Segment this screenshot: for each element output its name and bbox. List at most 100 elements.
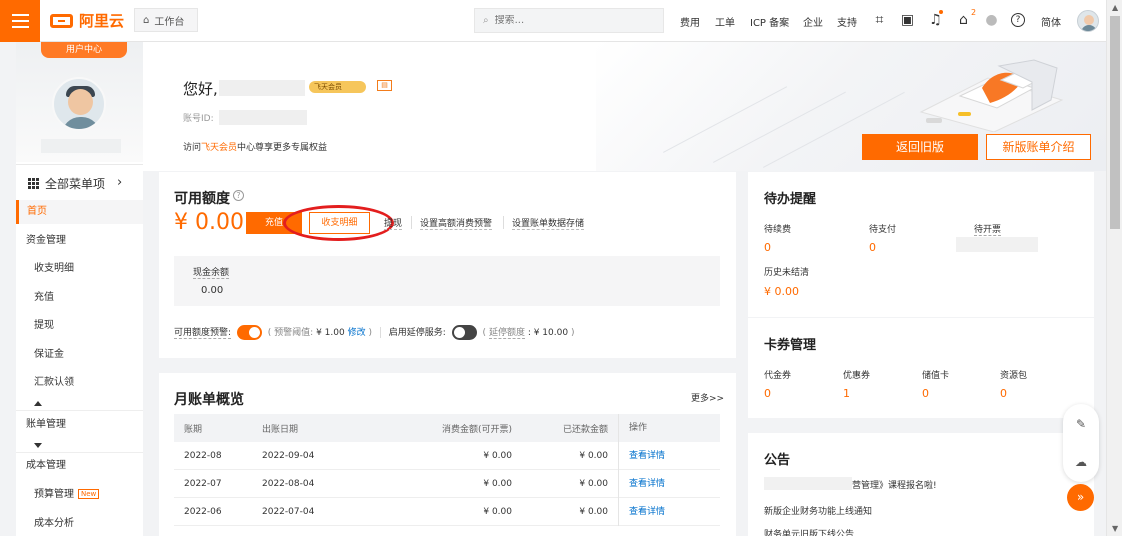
language-selector[interactable]: 简体 [1041,14,1061,29]
nav-icp-filing[interactable]: ICP 备案 [750,14,789,29]
sidebar-group-bill-management[interactable]: 账单管理 [16,413,143,437]
bell-icon[interactable]: ♫ [927,12,944,29]
sidebar-item-recharge[interactable]: 充值 [16,286,143,310]
chevron-right-icon[interactable]: › [117,175,122,190]
renewal-label[interactable]: 待续费 [764,222,791,235]
user-center-tag[interactable]: 用户中心 [41,42,127,58]
question-icon[interactable]: ? [233,190,244,201]
credit-alert-toggle[interactable] [236,325,262,340]
link-divider [503,216,504,229]
high-spending-alert-link[interactable]: 设置高额消费预警 [420,216,493,230]
more-link[interactable]: 更多>> [691,391,724,404]
consumption-amount: ¥ 0.00 [483,506,512,517]
monthly-bill-table: 账期 出账日期 消费金额(可开票) 已还款金额 操作 2022-08 2022-… [174,414,720,526]
table-header: 账期 出账日期 消费金额(可开票) 已还款金额 操作 [174,414,720,442]
all-menu-button[interactable]: 全部菜单项 [28,175,105,192]
collapse-arrow-icon[interactable] [34,401,42,406]
search-box[interactable]: ⌕ [474,8,664,33]
paid-amount: ¥ 0.00 [579,450,608,461]
invoice-label[interactable]: 待开票 [974,222,1002,236]
vertical-scrollbar[interactable]: ▲ ▼ [1106,0,1122,536]
view-details-link[interactable]: 查看详情 [618,441,720,470]
view-details-link[interactable]: 查看详情 [618,497,720,526]
modify-threshold-link[interactable]: 修改 [348,328,366,338]
nav-tickets[interactable]: 工单 [715,14,735,29]
grid-menu-icon [28,178,39,189]
delay-quota-suffix: ) [570,328,575,338]
highlight-ellipse [283,205,394,241]
nav-fees[interactable]: 费用 [680,14,700,29]
sidebar-group-fund-management[interactable]: 资金管理 [16,229,143,253]
delay-quota-value: : ¥ 10.00 [527,328,569,338]
redacted-invoice-value [956,237,1038,252]
coupon-value[interactable]: 1 [843,387,850,400]
announcement-item[interactable]: 新版企业财务功能上线通知 [764,504,872,517]
scroll-up-arrow-icon[interactable]: ▲ [1112,3,1118,12]
resource-package-value[interactable]: 0 [1000,387,1007,400]
bill-data-storage-link[interactable]: 设置账单数据存储 [512,216,585,230]
nav-support[interactable]: 支持 [837,14,857,29]
vip-center-link[interactable]: 访问飞天会员中心尊享更多专属权益 [183,140,327,153]
payment-label[interactable]: 待支付 [869,222,896,235]
column-actions: 操作 [618,414,720,442]
sidebar-item-withdraw[interactable]: 提现 [16,314,143,338]
payment-value[interactable]: 0 [869,241,876,254]
cloud-icon[interactable]: ☁ [1073,454,1089,470]
cart-icon[interactable]: ⌂ [955,12,972,29]
unsettled-history-label[interactable]: 历史未结清 [764,265,809,278]
sidebar-item-deposit[interactable]: 保证金 [16,343,143,367]
stored-value-card-value[interactable]: 0 [922,387,929,400]
announcement-title: 公告 [764,453,791,468]
terminal-icon[interactable]: ▣ [899,12,916,29]
new-bill-intro-button[interactable]: 新版账单介绍 [986,134,1091,160]
sidebar-item-home[interactable]: 首页 [16,200,143,224]
billing-period: 2022-07 [184,478,222,489]
card-coupon-management-panel [748,318,1094,418]
cart-count: 2 [971,8,977,17]
nav-enterprise[interactable]: 企业 [803,14,823,29]
voucher-value[interactable]: 0 [764,387,771,400]
withdraw-link[interactable]: 提现 [384,216,403,230]
column-billing-period: 账期 [184,424,203,435]
sidebar-group-cost-management[interactable]: 成本管理 [16,454,143,478]
renewal-value[interactable]: 0 [764,241,771,254]
vip-link-prefix: 访问 [183,143,202,153]
workbench-button[interactable]: ⌂ 工作台 [134,8,198,32]
scrollbar-thumb[interactable] [1110,16,1120,229]
sidebar-item-income-expense-details[interactable]: 收支明细 [16,257,143,281]
vip-center-highlight[interactable]: 飞天会员 [201,143,237,153]
alert-threshold-value: ¥ 1.00 [316,328,345,338]
id-card-icon[interactable]: ▤ [377,80,392,91]
redacted-username [219,80,305,96]
user-avatar[interactable] [1077,10,1099,32]
vip-badge[interactable]: 飞天会员 [309,81,366,93]
expand-arrow-icon[interactable] [34,443,42,448]
code-icon[interactable]: ⌗ [871,12,888,29]
return-old-version-button[interactable]: 返回旧版 [862,134,978,160]
column-billing-date: 出账日期 [262,424,299,435]
expand-panel-button[interactable]: » [1067,484,1094,511]
edit-icon[interactable]: ✎ [1073,416,1089,432]
unsettled-history-value[interactable]: ¥ 0.00 [764,285,799,298]
sidebar-item-remittance-claim[interactable]: 汇款认领 [16,371,143,395]
avatar-face [68,89,93,115]
view-details-link[interactable]: 查看详情 [618,469,720,498]
aliyun-logo[interactable]: 阿里云 [50,10,124,31]
paid-amount: ¥ 0.00 [579,478,608,489]
resource-package-label[interactable]: 资源包 [1000,368,1027,381]
announcement-item[interactable]: 营管理》课程报名啦! [852,478,937,491]
cash-balance-label[interactable]: 现金余额 [193,265,230,279]
stored-value-card-label[interactable]: 储值卡 [922,368,949,381]
search-input[interactable] [494,15,645,26]
lightbulb-icon[interactable]: ● [983,12,1000,29]
delay-service-toggle[interactable] [451,325,477,340]
sidebar-item-budget-management[interactable]: 预算管理 New [16,483,143,507]
scroll-down-arrow-icon[interactable]: ▼ [1112,524,1118,533]
coupon-label[interactable]: 优惠券 [843,368,870,381]
sidebar-item-cost-analysis[interactable]: 成本分析 [16,512,143,536]
announcement-item[interactable]: 财务单元旧版下线公告 [764,527,854,536]
voucher-label[interactable]: 代金券 [764,368,791,381]
help-icon[interactable]: ? [1011,13,1025,27]
menu-icon[interactable] [0,0,40,42]
profile-avatar[interactable] [52,77,106,131]
